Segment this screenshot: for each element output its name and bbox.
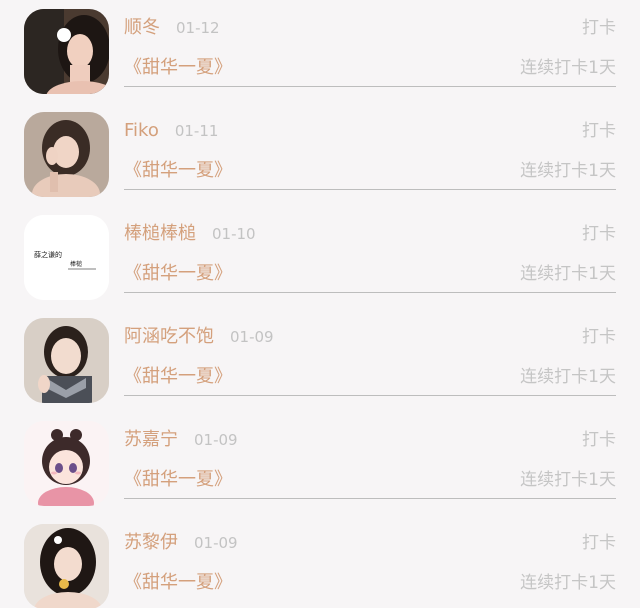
book-title[interactable]: 《甜华一夏》: [124, 569, 232, 597]
checkin-row[interactable]: Fiko 01-11 打卡 《甜华一夏》 连续打卡1天: [0, 103, 640, 206]
checkin-row[interactable]: 顺冬 01-12 打卡 《甜华一夏》 连续打卡1天: [0, 0, 640, 103]
checkin-row[interactable]: 苏嘉宁 01-09 打卡 《甜华一夏》 连续打卡1天: [0, 412, 640, 515]
streak-count: 连续打卡1天: [520, 470, 616, 490]
book-title[interactable]: 《甜华一夏》: [124, 363, 232, 391]
divider: [124, 498, 616, 499]
divider: [124, 86, 616, 87]
checkin-label: 打卡: [582, 121, 616, 141]
user-name[interactable]: 阿涵吃不饱: [124, 326, 214, 347]
checkin-row[interactable]: 苏黎伊 01-09 打卡 《甜华一夏》 连续打卡1天: [0, 515, 640, 608]
book-title[interactable]: 《甜华一夏》: [124, 54, 232, 82]
checkin-list: 顺冬 01-12 打卡 《甜华一夏》 连续打卡1天 Fiko 01-11 打卡 《甜…: [0, 0, 640, 608]
divider: [124, 292, 616, 293]
streak-count: 连续打卡1天: [520, 367, 616, 387]
avatar[interactable]: 薛之谦的 棒槌: [24, 215, 109, 300]
checkin-label: 打卡: [582, 430, 616, 450]
user-name[interactable]: 苏嘉宁: [124, 429, 178, 450]
checkin-date: 01-09: [194, 431, 238, 449]
checkin-label: 打卡: [582, 224, 616, 244]
avatar[interactable]: [24, 318, 109, 403]
checkin-row[interactable]: 阿涵吃不饱 01-09 打卡 《甜华一夏》 连续打卡1天: [0, 309, 640, 412]
avatar[interactable]: [24, 421, 109, 506]
user-name[interactable]: 棒槌棒槌: [124, 223, 196, 244]
avatar[interactable]: [24, 524, 109, 608]
book-title[interactable]: 《甜华一夏》: [124, 260, 232, 288]
user-name[interactable]: Fiko: [124, 120, 159, 141]
avatar-text-line2: 棒槌: [70, 260, 82, 268]
book-title[interactable]: 《甜华一夏》: [124, 157, 232, 185]
user-name[interactable]: 顺冬: [124, 17, 160, 38]
avatar[interactable]: [24, 112, 109, 197]
streak-count: 连续打卡1天: [520, 161, 616, 181]
checkin-label: 打卡: [582, 327, 616, 347]
checkin-date: 01-12: [176, 19, 220, 37]
divider: [124, 189, 616, 190]
checkin-label: 打卡: [582, 18, 616, 38]
divider: [124, 395, 616, 396]
checkin-date: 01-09: [194, 534, 238, 552]
avatar[interactable]: [24, 9, 109, 94]
avatar-text-line1: 薛之谦的: [34, 250, 62, 259]
checkin-date: 01-11: [174, 122, 219, 140]
checkin-date: 01-10: [212, 225, 256, 243]
book-title[interactable]: 《甜华一夏》: [124, 466, 232, 494]
user-name[interactable]: 苏黎伊: [124, 532, 178, 553]
checkin-date: 01-09: [230, 328, 274, 346]
streak-count: 连续打卡1天: [520, 58, 616, 78]
checkin-row[interactable]: 薛之谦的 棒槌 棒槌棒槌 01-10 打卡 《甜华一夏》 连续打卡1天: [0, 206, 640, 309]
streak-count: 连续打卡1天: [520, 573, 616, 593]
checkin-label: 打卡: [582, 533, 616, 553]
streak-count: 连续打卡1天: [520, 264, 616, 284]
